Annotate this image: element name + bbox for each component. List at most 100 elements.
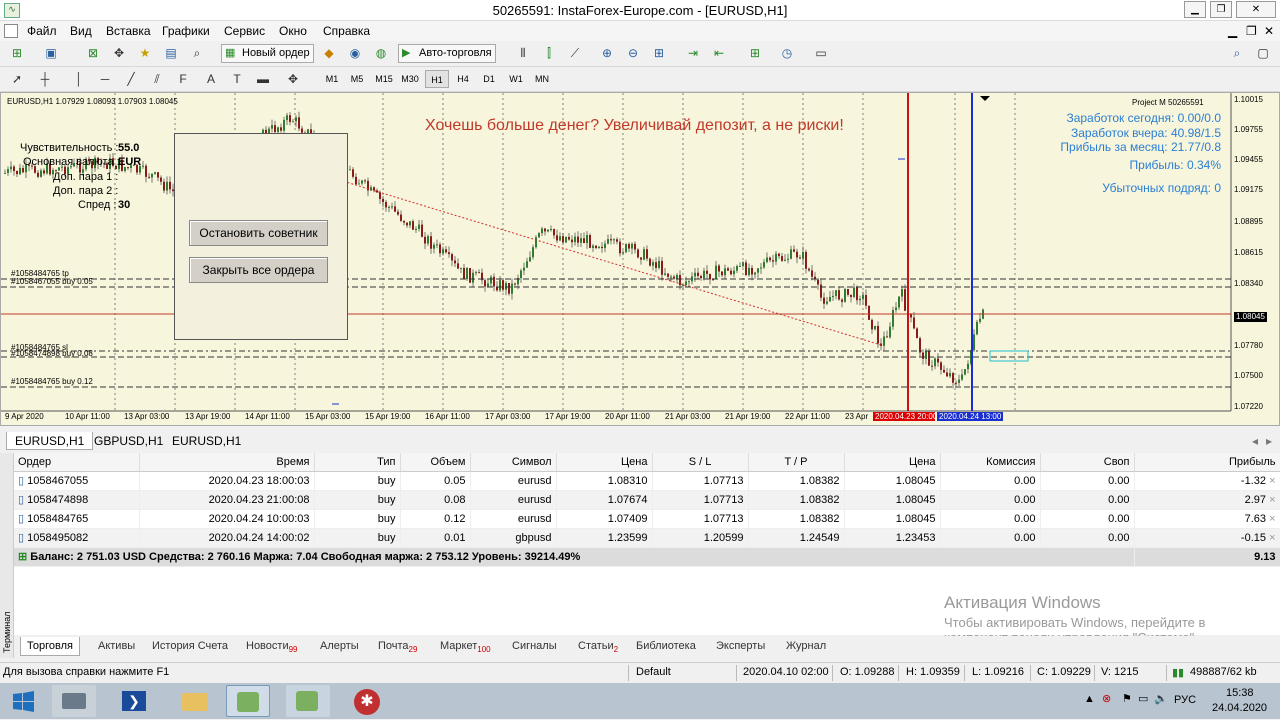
tab-journal[interactable]: Журнал bbox=[780, 637, 832, 656]
terminal-icon[interactable]: ▤ bbox=[162, 44, 180, 62]
tab-mail[interactable]: Почта29 bbox=[372, 637, 423, 656]
tf-d1[interactable]: D1 bbox=[477, 70, 501, 88]
table-row[interactable]: ▯ 1058495082 2020.04.24 14:00:02 buy 0.0… bbox=[14, 528, 1280, 548]
scripts-icon[interactable]: ◉ bbox=[346, 44, 364, 62]
col-sl[interactable]: S / L bbox=[652, 453, 749, 472]
menu-help[interactable]: Справка bbox=[323, 24, 370, 38]
col-volume[interactable]: Объем bbox=[400, 453, 471, 472]
metatrader2-taskbar-icon[interactable] bbox=[286, 685, 330, 717]
powershell-icon[interactable]: ❯ bbox=[112, 685, 156, 717]
col-time[interactable]: Время bbox=[139, 453, 315, 472]
tf-h4[interactable]: H4 bbox=[451, 70, 475, 88]
close-all-orders-button[interactable]: Закрыть все ордера bbox=[189, 257, 328, 283]
close-button[interactable]: ✕ bbox=[1236, 1, 1276, 18]
autoscroll-icon[interactable]: ⇥ bbox=[684, 44, 702, 62]
menu-view[interactable]: Вид bbox=[70, 24, 92, 38]
tray-flag-icon[interactable]: ⚑ bbox=[1122, 692, 1132, 705]
navigator-icon[interactable]: ✥ bbox=[110, 44, 128, 62]
price-chart[interactable]: EURUSD,H1 1.07929 1.08093 1.07903 1.0804… bbox=[0, 92, 1280, 426]
chart-tab[interactable]: EURUSD,H1 bbox=[6, 432, 94, 450]
trendline-icon[interactable]: ╱ bbox=[122, 70, 140, 88]
tab-alerts[interactable]: Алерты bbox=[314, 637, 365, 656]
tab-assets[interactable]: Активы bbox=[92, 637, 141, 656]
metatrader-taskbar-icon[interactable] bbox=[226, 685, 270, 717]
mdi-restore-button[interactable]: ❐ bbox=[1246, 24, 1257, 38]
tray-network-icon[interactable]: ⊗ bbox=[1102, 692, 1111, 705]
tab-history[interactable]: История Счета bbox=[146, 637, 234, 656]
tray-up-arrow-icon[interactable]: ▲ bbox=[1084, 693, 1095, 705]
text-icon[interactable]: A bbox=[202, 70, 220, 88]
tf-h1[interactable]: H1 bbox=[425, 70, 449, 88]
mdi-close-button[interactable]: ✕ bbox=[1264, 24, 1274, 38]
menu-window[interactable]: Окно bbox=[279, 24, 307, 38]
file-explorer-icon[interactable] bbox=[172, 685, 216, 717]
col-symbol[interactable]: Символ bbox=[470, 453, 557, 472]
rectangle-icon[interactable]: ▬ bbox=[254, 70, 272, 88]
profiles-icon[interactable]: ▣ bbox=[42, 44, 60, 62]
clock-time[interactable]: 15:38 bbox=[1226, 687, 1254, 699]
col-commission[interactable]: Комиссия bbox=[940, 453, 1041, 472]
tab-market[interactable]: Маркет100 bbox=[434, 637, 497, 656]
minimize-button[interactable]: ▁ bbox=[1184, 1, 1206, 18]
close-order-icon[interactable]: × bbox=[1269, 532, 1275, 544]
channel-icon[interactable]: ⫽ bbox=[148, 70, 166, 88]
server-manager-icon[interactable] bbox=[52, 685, 96, 717]
tab-scroll-right-icon[interactable]: ▸ bbox=[1258, 432, 1280, 450]
menu-insert[interactable]: Вставка bbox=[106, 24, 151, 38]
col-swap[interactable]: Своп bbox=[1040, 453, 1135, 472]
zoom-out-icon[interactable]: ⊖ bbox=[624, 44, 642, 62]
start-button[interactable] bbox=[0, 685, 48, 717]
tab-articles[interactable]: Статьи2 bbox=[572, 637, 624, 656]
tf-m1[interactable]: M1 bbox=[320, 70, 344, 88]
mdi-minimize-button[interactable]: ▁ bbox=[1228, 24, 1237, 38]
market-watch-icon[interactable]: ⊠ bbox=[84, 44, 102, 62]
tf-mn[interactable]: MN bbox=[530, 70, 554, 88]
crosshair-icon[interactable]: ┼ bbox=[36, 70, 54, 88]
cursor-icon[interactable]: ➚ bbox=[8, 70, 26, 88]
bar-chart-icon[interactable]: ⫴ bbox=[514, 44, 532, 62]
tf-m15[interactable]: M15 bbox=[372, 70, 396, 88]
tab-library[interactable]: Библиотека bbox=[630, 637, 702, 656]
tester-icon[interactable]: ⌕ bbox=[188, 44, 206, 62]
col-order[interactable]: Ордер bbox=[14, 453, 140, 472]
tray-monitor-icon[interactable]: ▭ bbox=[1138, 692, 1148, 705]
clock-date[interactable]: 24.04.2020 bbox=[1212, 702, 1267, 714]
stop-advisor-button[interactable]: Остановить советник bbox=[189, 220, 328, 246]
chat-icon[interactable]: ▢ bbox=[1254, 44, 1272, 62]
language-indicator[interactable]: РУС bbox=[1174, 694, 1196, 706]
col-open-price[interactable]: Цена bbox=[556, 453, 653, 472]
col-price[interactable]: Цена bbox=[844, 453, 941, 472]
table-row[interactable]: ▯ 1058484765 2020.04.24 10:00:03 buy 0.1… bbox=[14, 509, 1280, 529]
fibonacci-icon[interactable]: F bbox=[174, 70, 192, 88]
tf-w1[interactable]: W1 bbox=[504, 70, 528, 88]
horizontal-line-icon[interactable]: ─ bbox=[96, 70, 114, 88]
close-order-icon[interactable]: × bbox=[1269, 475, 1275, 487]
line-chart-icon[interactable]: ⟋ bbox=[566, 44, 584, 62]
templates-icon[interactable]: ▭ bbox=[812, 44, 830, 62]
chart-tab[interactable]: EURUSD,H1 bbox=[164, 432, 249, 450]
table-row[interactable]: ▯ 1058467055 2020.04.23 18:00:03 buy 0.0… bbox=[14, 471, 1280, 491]
maximize-button[interactable]: ❐ bbox=[1210, 1, 1232, 18]
chart-shift-icon[interactable]: ⇤ bbox=[710, 44, 728, 62]
menu-file[interactable]: Файл bbox=[27, 24, 57, 38]
tf-m5[interactable]: M5 bbox=[345, 70, 369, 88]
tile-windows-icon[interactable]: ⊞ bbox=[650, 44, 668, 62]
tab-experts[interactable]: Эксперты bbox=[710, 637, 771, 656]
close-order-icon[interactable]: × bbox=[1269, 513, 1275, 525]
col-profit[interactable]: Прибыль bbox=[1134, 453, 1280, 472]
text-label-icon[interactable]: T bbox=[228, 70, 246, 88]
new-chart-icon[interactable]: ⊞ bbox=[8, 44, 26, 62]
tab-trade[interactable]: Торговля bbox=[20, 637, 80, 656]
menu-charts[interactable]: Графики bbox=[162, 24, 210, 38]
metaeditor-icon[interactable]: ◆ bbox=[320, 44, 338, 62]
search-icon[interactable]: ⌕ bbox=[1228, 44, 1246, 62]
zoom-in-icon[interactable]: ⊕ bbox=[598, 44, 616, 62]
table-row[interactable]: ▯ 1058474898 2020.04.23 21:00:08 buy 0.0… bbox=[14, 490, 1280, 510]
col-type[interactable]: Тип bbox=[314, 453, 401, 472]
tab-news[interactable]: Новости99 bbox=[240, 637, 304, 656]
periods-icon[interactable]: ◷ bbox=[778, 44, 796, 62]
tray-volume-icon[interactable]: 🔈 bbox=[1154, 692, 1168, 705]
candlestick-icon[interactable]: ⫿ bbox=[540, 44, 558, 62]
close-order-icon[interactable]: × bbox=[1269, 494, 1275, 506]
favorites-icon[interactable]: ★ bbox=[136, 44, 154, 62]
